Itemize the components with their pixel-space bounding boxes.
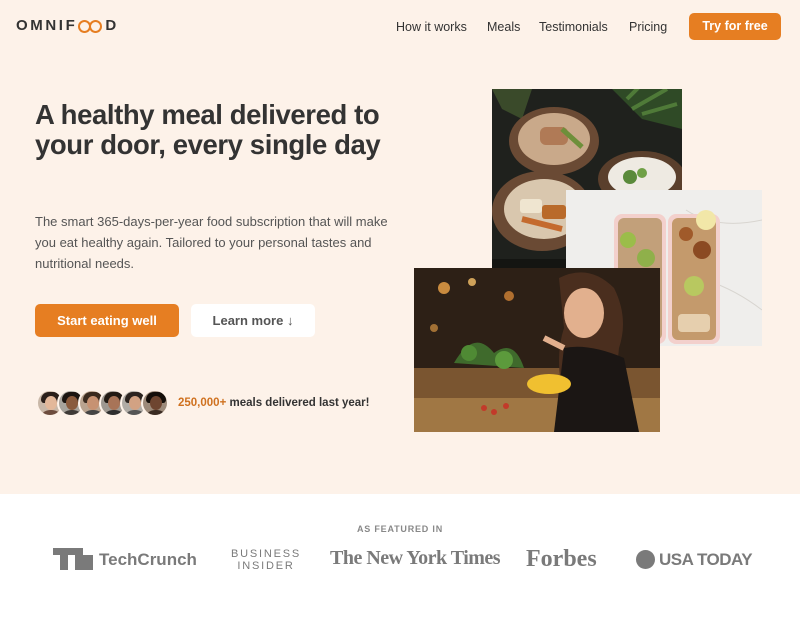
infinity-logo-icon (78, 19, 104, 33)
nav-testimonials[interactable]: Testimonials (539, 20, 608, 34)
try-for-free-button[interactable]: Try for free (689, 13, 781, 40)
usa-today-circle-icon (636, 550, 655, 569)
forbes-logo: Forbes (526, 546, 597, 572)
hero-title: A healthy meal delivered to your door, e… (35, 99, 381, 160)
site-header: OMNIF D How it works Meals Testimonials … (0, 0, 800, 52)
new-york-times-logo: The New York Times (330, 547, 501, 569)
avatar (141, 389, 169, 417)
woman-eating-image (414, 268, 660, 432)
featured-logos: TechCrunch BUSINESS INSIDER The New York… (0, 543, 800, 583)
featured-label: AS FEATURED IN (356, 524, 444, 534)
business-insider-logo: BUSINESS INSIDER (231, 548, 302, 572)
hero-description: The smart 365-days-per-year food subscri… (35, 214, 388, 271)
learn-more-button[interactable]: Learn more ↓ (191, 304, 315, 337)
nav-pricing[interactable]: Pricing (629, 20, 667, 34)
meals-delivered-text: 250,000+ meals delivered last year! (178, 397, 370, 409)
start-eating-well-button[interactable]: Start eating well (35, 304, 179, 337)
omnifood-logo[interactable]: OMNIF D (16, 17, 119, 34)
nav-how-it-works[interactable]: How it works (396, 20, 467, 34)
techcrunch-mark-icon (53, 548, 93, 570)
nav-meals[interactable]: Meals (487, 20, 520, 34)
